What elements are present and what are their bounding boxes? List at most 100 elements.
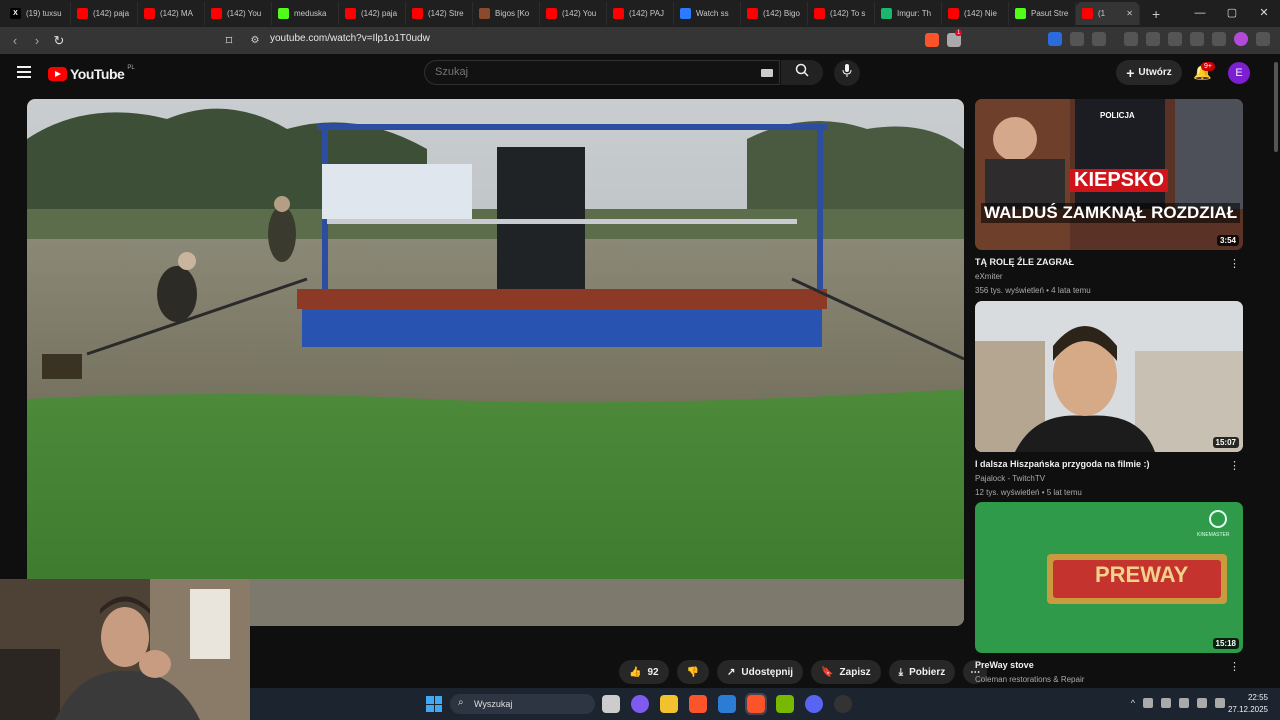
profile-icon[interactable] [1234, 32, 1248, 46]
browser-tab[interactable]: Bigos [Ko [473, 2, 540, 25]
site-info-icon[interactable]: ⚙ [244, 35, 266, 46]
create-button[interactable]: + Utwórz [1116, 60, 1182, 85]
avatar[interactable]: E [1228, 62, 1250, 84]
browser-tab[interactable]: (142) Nie [942, 2, 1009, 25]
channel-name[interactable]: Coleman restorations & Repair [975, 675, 1245, 684]
tab-label: Pasut Stre [1031, 9, 1069, 18]
video-title[interactable]: PreWay stove [975, 660, 1245, 670]
network-icon[interactable] [1143, 698, 1153, 708]
close-window-button[interactable]: ✕ [1248, 0, 1280, 27]
recommendation-item[interactable]: PREWAY KINEMASTER 15:18 PreWay stove Col… [975, 502, 1245, 684]
download-button[interactable]: ⤓ Pobierz [888, 660, 956, 684]
forward-button[interactable]: › [26, 33, 48, 48]
vpn-icon[interactable] [1212, 32, 1226, 46]
video-player[interactable] [27, 99, 964, 626]
puzzle-icon[interactable] [1070, 32, 1084, 46]
sidebar-icon[interactable] [1146, 32, 1160, 46]
wallet-icon[interactable] [1168, 32, 1182, 46]
page-scrollbar[interactable] [1272, 54, 1280, 688]
brave-browser-icon[interactable] [689, 695, 707, 713]
video-title[interactable]: TĄ ROLĘ ŹLE ZAGRAŁ [975, 257, 1245, 267]
new-tab-button[interactable]: + [1152, 6, 1160, 22]
browser-tab[interactable]: Pasut Stre [1009, 2, 1076, 25]
watch-icon [680, 8, 691, 19]
video-title[interactable]: I dalsza Hiszpańska przygoda na filmie :… [975, 459, 1245, 469]
dislike-button[interactable]: 👎 [676, 660, 710, 684]
recommendation-item[interactable]: POLICJA KIEPSKO WALDUŚ ZAMKNĄŁ ROZDZIAŁ … [975, 99, 1245, 295]
close-tab-icon[interactable]: ✕ [1126, 9, 1133, 18]
maximize-button[interactable]: ▢ [1216, 0, 1248, 27]
task-view-icon[interactable] [602, 695, 620, 713]
leo-icon[interactable] [1190, 32, 1204, 46]
tab-label: meduska [294, 9, 327, 18]
volume-icon[interactable] [1215, 698, 1225, 708]
browser-tab[interactable]: (142) MA [138, 2, 205, 25]
brave-browser-active-icon[interactable] [745, 693, 767, 715]
youtube-header: YouTube PL + Utwórz 🔔 9+ E [0, 54, 1280, 92]
browser-tab[interactable]: (1 ✕ [1076, 2, 1140, 25]
browser-tab[interactable]: X (19) tuxsu [4, 2, 71, 25]
tab-label: Watch ss [696, 9, 729, 18]
copilot-icon[interactable] [631, 695, 649, 713]
microphone-icon[interactable] [1179, 698, 1189, 708]
browser-tab[interactable]: (142) PAJ [607, 2, 674, 25]
extension-icon[interactable] [1048, 32, 1062, 46]
nvidia-icon[interactable] [776, 695, 794, 713]
reload-button[interactable]: ↻ [48, 33, 70, 49]
minimize-button[interactable]: — [1184, 0, 1216, 27]
tab-label: (142) paja [93, 9, 130, 18]
display-icon[interactable] [1197, 698, 1207, 708]
discord-icon[interactable] [805, 695, 823, 713]
voice-search-button[interactable] [834, 60, 860, 86]
create-label: Utwórz [1138, 67, 1172, 78]
store-icon[interactable] [718, 695, 736, 713]
chevron-up-icon[interactable]: ^ [1131, 698, 1135, 708]
more-vertical-icon[interactable]: ⋮ [1229, 660, 1240, 673]
browser-tab[interactable]: (142) paja [71, 2, 138, 25]
youtube-logo[interactable]: YouTube PL [48, 65, 135, 82]
browser-tab[interactable]: Imgur: Th [875, 2, 942, 25]
video-duration: 3:54 [1216, 235, 1239, 246]
channel-name[interactable]: Pajalock - TwitchTV [975, 474, 1245, 483]
browser-tab[interactable]: meduska [272, 2, 339, 25]
more-vertical-icon[interactable]: ⋮ [1229, 459, 1240, 472]
save-button[interactable]: 🔖 Zapisz [811, 660, 881, 684]
browser-tab[interactable]: (142) paja [339, 2, 406, 25]
browser-tab[interactable]: (142) Stre [406, 2, 473, 25]
browser-tab[interactable]: (142) To s [808, 2, 875, 25]
music-icon[interactable] [1124, 32, 1138, 46]
video-thumbnail[interactable]: 15:07 [975, 301, 1243, 452]
url-field[interactable]: youtube.com/watch?v=Ilp1o1T0udw [270, 33, 430, 44]
recommendation-item[interactable]: 15:07 I dalsza Hiszpańska przygoda na fi… [975, 301, 1245, 497]
more-vertical-icon[interactable]: ⋮ [1229, 257, 1240, 270]
youtube-icon [546, 8, 557, 19]
file-explorer-icon[interactable] [660, 695, 678, 713]
keyboard-icon[interactable] [761, 69, 773, 77]
like-button[interactable]: 👍 92 [619, 660, 669, 684]
youtube-icon [412, 8, 423, 19]
window-controls: — ▢ ✕ [1184, 0, 1280, 27]
channel-name[interactable]: eXmiter [975, 272, 1245, 281]
browser-tab[interactable]: (142) You [540, 2, 607, 25]
youtube-icon [144, 8, 155, 19]
webcam-image [0, 579, 250, 720]
video-thumbnail[interactable]: POLICJA KIEPSKO WALDUŚ ZAMKNĄŁ ROZDZIAŁ … [975, 99, 1243, 250]
clock[interactable]: 22:55 27.12.2025 [1228, 692, 1268, 716]
screenshot-icon[interactable] [1092, 32, 1106, 46]
search-button[interactable] [781, 60, 823, 85]
cloud-icon[interactable] [1161, 698, 1171, 708]
search-input[interactable] [425, 61, 745, 83]
menu-icon[interactable] [1256, 32, 1270, 46]
browser-tab[interactable]: (142) Bigo [741, 2, 808, 25]
menu-hamburger-icon[interactable] [17, 66, 31, 81]
back-button[interactable]: ‹ [4, 33, 26, 48]
brave-shield-icon[interactable] [925, 33, 939, 47]
windows-start-icon[interactable] [426, 696, 442, 712]
browser-tab[interactable]: Watch ss [674, 2, 741, 25]
share-button[interactable]: ↗ Udostępnij [717, 660, 804, 684]
video-thumbnail[interactable]: PREWAY KINEMASTER 15:18 [975, 502, 1243, 653]
bookmark-icon[interactable]: ⌑ [218, 33, 240, 49]
obs-icon[interactable] [834, 695, 852, 713]
taskbar-search-input[interactable]: ⌕ Wyszukaj [450, 694, 595, 714]
browser-tab[interactable]: (142) You [205, 2, 272, 25]
